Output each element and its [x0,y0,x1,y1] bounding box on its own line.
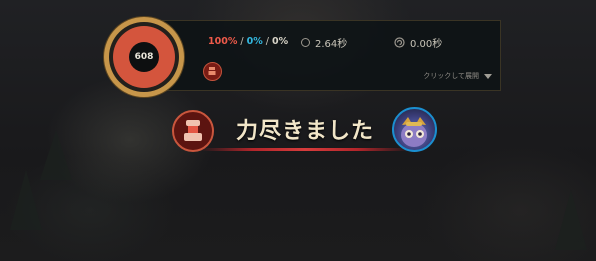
expand-toggle[interactable]: クリックして展開 [423,71,492,81]
triangle-down-icon [484,73,492,79]
background-tree [555,190,587,250]
separator: / [262,36,272,47]
red-champion-badge-icon [203,62,222,81]
background-tree [40,130,72,180]
separator: / [237,36,247,47]
time-stat-2: 0.00秒 [394,35,442,50]
time-value-1: 2.64秒 [315,39,348,50]
red-chess-piece-icon [172,110,214,152]
spiral-timer-icon [394,37,405,48]
physical-damage-percent: 100% [208,36,238,47]
time-stat-1: 2.64秒 [301,35,347,50]
magic-damage-percent: 0% [246,36,263,47]
defeat-title: 力尽きました [236,118,375,144]
death-recap-panel[interactable]: 100% / 0% / 0% 2.64秒 0.00秒 クリックして展開 [150,20,501,91]
gauge-value: 608 [129,42,159,72]
champion-portrait-icon [392,107,437,152]
damage-gauge: 608 [104,17,184,97]
true-damage-percent: 0% [272,36,289,47]
title-underline [200,148,410,151]
time-value-2: 0.00秒 [410,39,443,50]
expand-label: クリックして展開 [423,72,479,80]
damage-percentages: 100% / 0% / 0% [208,36,288,47]
background-tree [10,170,42,230]
clock-icon [301,38,310,47]
